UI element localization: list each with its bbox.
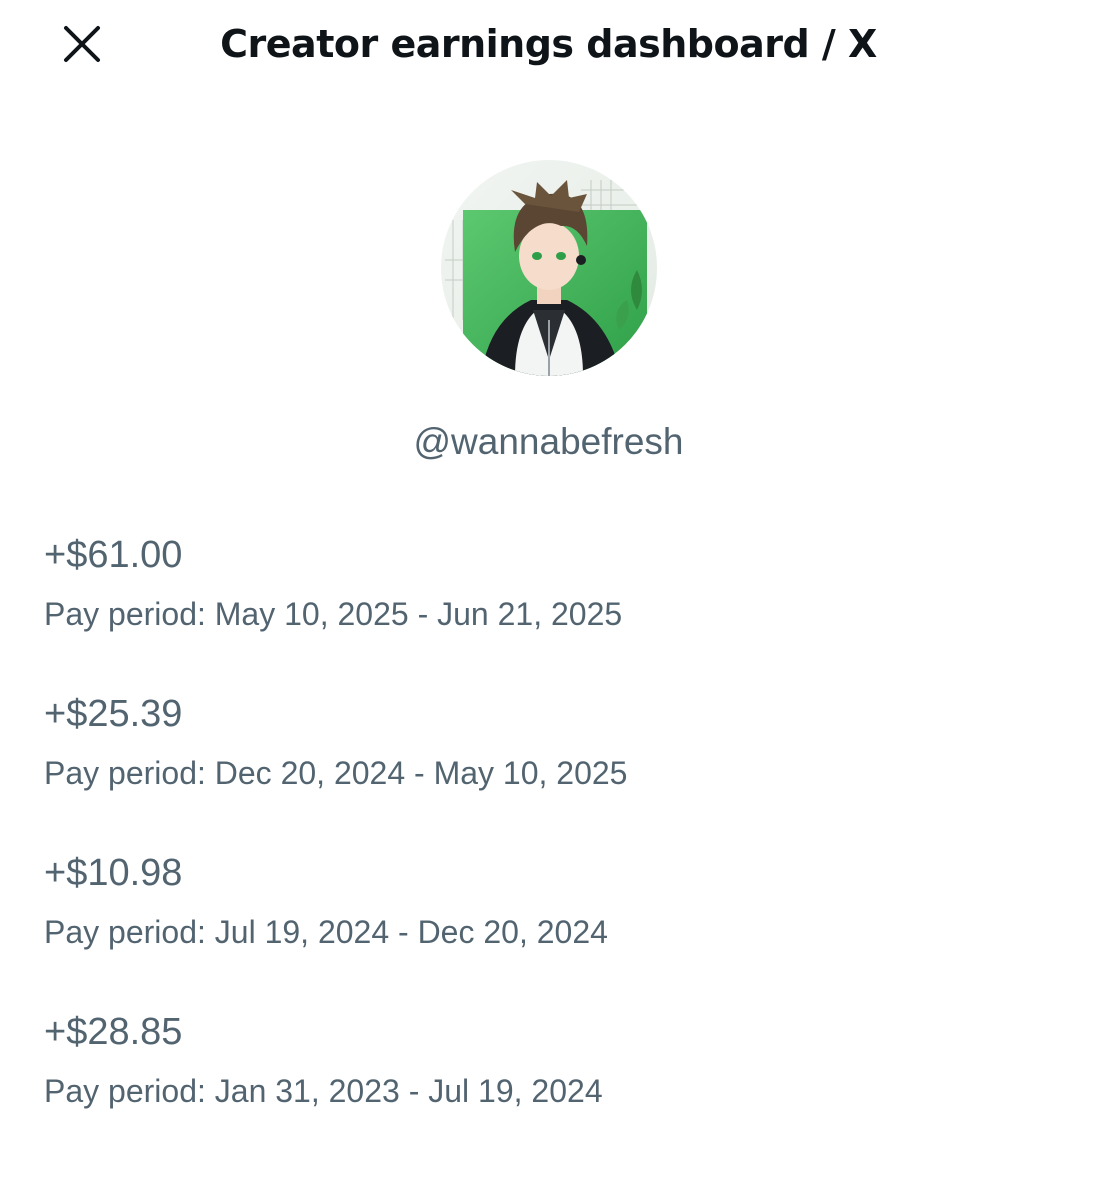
earning-pay-period: Pay period: Jul 19, 2024 - Dec 20, 2024	[44, 914, 608, 950]
earning-item: +$10.98 Pay period: Jul 19, 2024 - Dec 2…	[44, 848, 1044, 1007]
earning-item: +$28.85 Pay period: Jan 31, 2023 - Jul 1…	[44, 1007, 1044, 1166]
avatar-illustration-icon	[441, 160, 657, 376]
profile-handle: @wannabefresh	[413, 421, 684, 462]
earning-amount: +$10.98	[44, 852, 183, 894]
earning-pay-period: Pay period: Dec 20, 2024 - May 10, 2025	[44, 755, 628, 791]
earning-amount: +$28.85	[44, 1011, 183, 1053]
header-bar: Creator earnings dashboard / X	[0, 0, 1097, 90]
earning-amount: +$25.39	[44, 693, 183, 735]
avatar	[441, 160, 657, 376]
earnings-list: +$61.00 Pay period: May 10, 2025 - Jun 2…	[44, 530, 1044, 1166]
earning-item: +$61.00 Pay period: May 10, 2025 - Jun 2…	[44, 530, 1044, 689]
earning-pay-period: Pay period: Jan 31, 2023 - Jul 19, 2024	[44, 1073, 603, 1109]
earning-amount: +$61.00	[44, 534, 183, 576]
page-title: Creator earnings dashboard / X	[220, 22, 877, 66]
earning-item: +$25.39 Pay period: Dec 20, 2024 - May 1…	[44, 689, 1044, 848]
earning-pay-period: Pay period: May 10, 2025 - Jun 21, 2025	[44, 596, 623, 632]
